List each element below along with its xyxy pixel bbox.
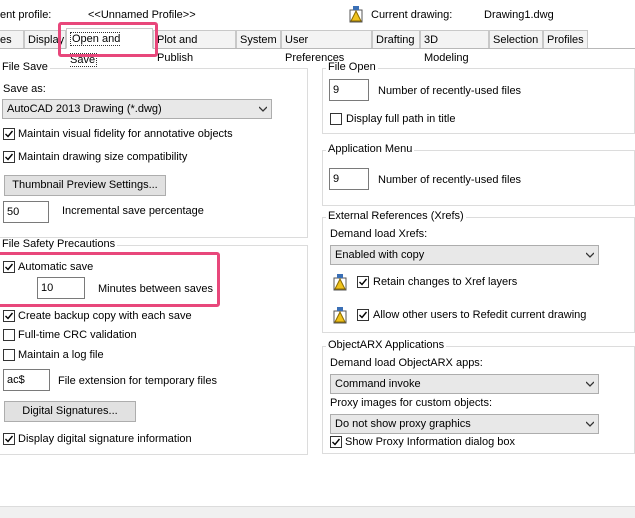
- drawing-icon: [332, 306, 348, 324]
- allow-refedit-label: Allow other users to Refedit current dra…: [373, 309, 587, 321]
- profile-value: <<Unnamed Profile>>: [88, 9, 196, 21]
- create-backup-checkbox[interactable]: [3, 310, 15, 322]
- full-path-label: Display full path in title: [346, 113, 456, 125]
- retain-xref-checkbox[interactable]: [357, 276, 369, 288]
- tab-selection[interactable]: Selection: [489, 30, 543, 48]
- chevron-down-icon: [259, 106, 267, 112]
- app-menu-recent-label: Number of recently-used files: [378, 174, 522, 186]
- show-proxy-info-checkbox[interactable]: [330, 436, 342, 448]
- temp-file-extension-label: File extension for temporary files: [58, 375, 217, 387]
- demand-load-arx-label: Demand load ObjectARX apps:: [330, 357, 483, 369]
- demand-load-xrefs-dropdown[interactable]: Enabled with copy: [330, 245, 599, 265]
- checkmark-icon: [359, 278, 368, 286]
- display-signature-label: Display digital signature information: [18, 433, 192, 445]
- save-as-label: Save as:: [3, 83, 46, 95]
- profile-label: ent profile:: [0, 9, 52, 21]
- tab-label: System: [240, 34, 277, 46]
- tab-label: 3D Modeling: [424, 34, 469, 64]
- tab-files[interactable]: es: [0, 30, 24, 48]
- checkmark-icon: [332, 438, 341, 446]
- checkmark-icon: [5, 312, 14, 320]
- tab-label: Drafting: [376, 34, 415, 46]
- chevron-down-icon: [586, 252, 594, 258]
- display-signature-checkbox[interactable]: [3, 433, 15, 445]
- checkmark-icon: [5, 153, 14, 161]
- application-menu-title: Application Menu: [326, 143, 415, 155]
- app-menu-recent-input[interactable]: 9: [329, 168, 369, 190]
- objectarx-title: ObjectARX Applications: [326, 339, 447, 351]
- autosave-highlight-frame: [0, 252, 220, 307]
- file-open-recent-label: Number of recently-used files: [378, 85, 522, 97]
- current-drawing-value: Drawing1.dwg: [484, 9, 554, 21]
- retain-xref-label: Retain changes to Xref layers: [373, 276, 518, 288]
- crc-validation-checkbox[interactable]: [3, 329, 15, 341]
- create-backup-label: Create backup copy with each save: [18, 310, 192, 322]
- tab-plot-and-publish[interactable]: Plot and Publish: [153, 30, 236, 64]
- demand-load-xrefs-label: Demand load Xrefs:: [330, 228, 428, 240]
- xrefs-title: External References (Xrefs): [326, 210, 466, 222]
- incremental-save-label: Incremental save percentage: [62, 205, 204, 217]
- tab-drafting[interactable]: Drafting: [372, 30, 420, 48]
- tab-3d-modeling[interactable]: 3D Modeling: [420, 30, 489, 64]
- checkmark-icon: [359, 311, 368, 319]
- tab-label: User Preferences: [285, 34, 345, 64]
- drawing-icon: [348, 5, 364, 23]
- thumbnail-preview-button[interactable]: Thumbnail Preview Settings...: [4, 175, 166, 196]
- drawing-icon: [332, 273, 348, 291]
- checkmark-icon: [5, 435, 14, 443]
- proxy-images-value: Do not show proxy graphics: [335, 418, 471, 430]
- digital-signatures-button[interactable]: Digital Signatures...: [4, 401, 136, 422]
- maintain-fidelity-label: Maintain visual fidelity for annotative …: [18, 128, 233, 140]
- current-drawing-label: Current drawing:: [371, 9, 453, 21]
- tab-system[interactable]: System: [236, 30, 281, 48]
- tab-highlight-frame: [58, 22, 158, 57]
- tab-label: Selection: [493, 34, 539, 46]
- log-file-label: Maintain a log file: [18, 349, 104, 361]
- tab-profiles[interactable]: Profiles: [543, 30, 588, 48]
- demand-load-xrefs-value: Enabled with copy: [335, 249, 425, 261]
- proxy-images-dropdown[interactable]: Do not show proxy graphics: [330, 414, 599, 434]
- file-open-recent-input[interactable]: 9: [329, 79, 369, 101]
- tab-label: Plot and Publish: [157, 34, 198, 64]
- tab-label: Profiles: [547, 34, 584, 46]
- crc-validation-label: Full-time CRC validation: [18, 329, 137, 341]
- file-open-title: File Open: [326, 61, 378, 73]
- proxy-images-label: Proxy images for custom objects:: [330, 397, 493, 409]
- demand-load-arx-value: Command invoke: [335, 378, 421, 390]
- maintain-size-checkbox[interactable]: [3, 151, 15, 163]
- demand-load-arx-dropdown[interactable]: Command invoke: [330, 374, 599, 394]
- tab-label: es: [0, 34, 12, 46]
- save-as-value: AutoCAD 2013 Drawing (*.dwg): [7, 103, 162, 115]
- full-path-checkbox[interactable]: [330, 113, 342, 125]
- show-proxy-info-label: Show Proxy Information dialog box: [345, 436, 515, 448]
- chevron-down-icon: [586, 421, 594, 427]
- maintain-size-label: Maintain drawing size compatibility: [18, 151, 188, 163]
- incremental-save-input[interactable]: 50: [3, 201, 49, 223]
- file-save-title: File Save: [0, 61, 50, 73]
- tab-user-preferences[interactable]: User Preferences: [281, 30, 372, 64]
- maintain-fidelity-checkbox[interactable]: [3, 128, 15, 140]
- log-file-checkbox[interactable]: [3, 349, 15, 361]
- temp-file-extension-input[interactable]: ac$: [3, 369, 50, 391]
- file-safety-title: File Safety Precautions: [0, 238, 118, 250]
- chevron-down-icon: [586, 381, 594, 387]
- dialog-footer: [0, 506, 635, 518]
- save-as-dropdown[interactable]: AutoCAD 2013 Drawing (*.dwg): [2, 99, 272, 119]
- allow-refedit-checkbox[interactable]: [357, 309, 369, 321]
- checkmark-icon: [5, 130, 14, 138]
